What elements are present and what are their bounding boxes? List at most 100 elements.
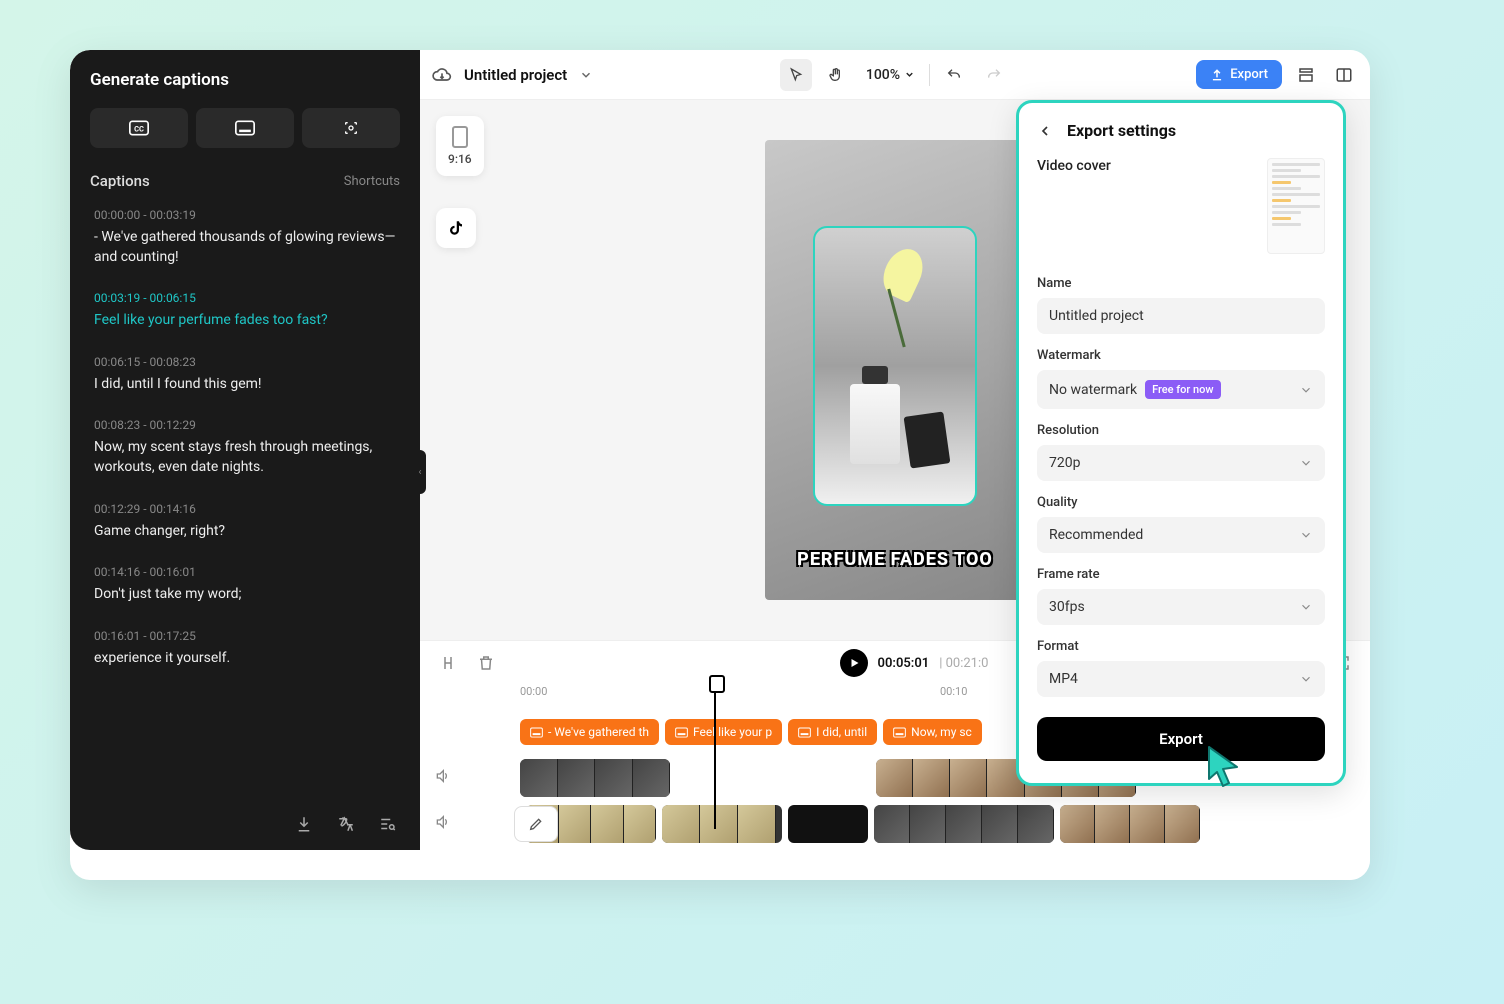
resolution-value: 720p — [1049, 455, 1080, 471]
flower-graphic — [885, 248, 945, 318]
pencil-icon — [528, 816, 544, 832]
caption-item[interactable]: 00:08:23 - 00:12:29 Now, my scent stays … — [90, 416, 400, 479]
top-toolbar: Untitled project 100% Export — [420, 50, 1370, 100]
translate-button[interactable] — [334, 812, 358, 836]
cursor-indicator-icon — [1203, 743, 1243, 789]
chevron-down-icon — [1299, 456, 1313, 470]
caption-text: - We've gathered thousands of glowing re… — [94, 228, 396, 267]
video-clip[interactable] — [788, 805, 868, 843]
caption-item[interactable]: 00:12:29 - 00:14:16 Game changer, right? — [90, 500, 400, 544]
play-icon — [848, 657, 860, 669]
export-icon — [1210, 68, 1224, 82]
search-list-icon — [379, 815, 397, 833]
search-list-button[interactable] — [376, 812, 400, 836]
zoom-level[interactable]: 100% — [860, 67, 921, 83]
video-clip[interactable] — [662, 805, 782, 843]
current-time: 00:05:01 — [878, 656, 930, 671]
video-clip[interactable] — [1060, 805, 1200, 843]
export-action-button[interactable]: Export — [1037, 717, 1325, 761]
preview-selection[interactable] — [813, 226, 977, 506]
video-cover-label: Video cover — [1037, 158, 1111, 174]
aspect-ratio-badge[interactable]: 9:16 — [436, 116, 484, 176]
caption-item[interactable]: 00:14:16 - 00:16:01 Don't just take my w… — [90, 563, 400, 607]
translate-icon — [337, 815, 355, 833]
edit-clip-button[interactable] — [514, 806, 558, 842]
redo-button[interactable] — [978, 59, 1010, 91]
audio-icon[interactable] — [430, 768, 454, 788]
video-clip[interactable] — [874, 805, 1054, 843]
hand-tool-button[interactable] — [820, 59, 852, 91]
chevron-down-icon — [1299, 383, 1313, 397]
chevron-down-icon[interactable] — [579, 68, 593, 82]
export-panel-header: Export settings — [1037, 121, 1325, 140]
ruler-tick: 00:00 — [520, 685, 547, 698]
caption-clip[interactable]: I did, until — [788, 719, 877, 745]
project-title[interactable]: Untitled project — [464, 66, 567, 84]
caption-text: Game changer, right? — [94, 522, 396, 542]
undo-button[interactable] — [938, 59, 970, 91]
split-button[interactable] — [436, 651, 460, 675]
export-button[interactable]: Export — [1196, 60, 1282, 89]
caption-time: 00:12:29 - 00:14:16 — [94, 502, 396, 516]
caption-text: Don't just take my word; — [94, 585, 396, 605]
subtitle-mode-button[interactable] — [196, 108, 294, 148]
video-track-2[interactable] — [460, 801, 1370, 847]
caption-item[interactable]: 00:00:00 - 00:03:19 - We've gathered tho… — [90, 206, 400, 269]
video-preview[interactable]: PERFUME FADES TOO — [765, 140, 1025, 600]
name-input[interactable] — [1037, 298, 1325, 334]
caption-item[interactable]: 00:03:19 - 00:06:15 Feel like your perfu… — [90, 289, 400, 333]
captions-header: Captions Shortcuts — [90, 172, 400, 190]
layout-stack-button[interactable] — [1292, 61, 1320, 89]
play-button[interactable] — [840, 649, 868, 677]
caption-clip[interactable]: Feel like your p — [665, 719, 782, 745]
quality-select[interactable]: Recommended — [1037, 517, 1325, 553]
shortcuts-link[interactable]: Shortcuts — [344, 174, 400, 189]
watermark-select[interactable]: No watermark Free for now — [1037, 370, 1325, 409]
caption-time: 00:03:19 - 00:06:15 — [94, 291, 396, 305]
chevron-down-icon — [1299, 600, 1313, 614]
cc-icon — [675, 727, 688, 738]
caption-text: Now, my scent stays fresh through meetin… — [94, 438, 396, 477]
video-clip[interactable] — [520, 759, 670, 797]
scan-mode-button[interactable] — [302, 108, 400, 148]
sidebar-collapse-handle[interactable]: ‹ — [414, 450, 426, 494]
caption-item[interactable]: 00:06:15 - 00:08:23 I did, until I found… — [90, 353, 400, 397]
video-cover-row: Video cover — [1037, 158, 1325, 254]
chevron-down-icon — [1299, 528, 1313, 542]
download-button[interactable] — [292, 812, 316, 836]
layout-columns-button[interactable] — [1330, 61, 1358, 89]
quality-label: Quality — [1037, 495, 1325, 510]
caption-item[interactable]: 00:16:01 - 00:17:25 experience it yourse… — [90, 627, 400, 671]
sidebar-title: Generate captions — [90, 70, 400, 90]
watermark-label: Watermark — [1037, 348, 1325, 363]
cc-icon — [530, 727, 543, 738]
total-time: | 00:21:0 — [939, 656, 988, 671]
app-frame: s s Generate captions CC Captions Shortc… — [70, 50, 1370, 880]
framerate-value: 30fps — [1049, 599, 1085, 615]
tiktok-icon — [447, 219, 465, 237]
audio-icon[interactable] — [430, 814, 454, 834]
ruler-tick: 00:10 — [940, 685, 967, 698]
video-cover-thumbnail[interactable] — [1267, 158, 1325, 254]
download-icon — [295, 815, 313, 833]
caption-time: 00:06:15 - 00:08:23 — [94, 355, 396, 369]
aspect-ratio-icon — [452, 126, 468, 148]
export-button-label: Export — [1230, 67, 1268, 82]
captions-label: Captions — [90, 172, 150, 190]
cloud-save-icon[interactable] — [432, 65, 452, 85]
delete-button[interactable] — [474, 651, 498, 675]
subtitle-icon — [235, 120, 255, 136]
tiktok-badge[interactable] — [436, 208, 476, 248]
cursor-tool-button[interactable] — [780, 59, 812, 91]
caption-clip[interactable]: Now, my sc — [883, 719, 982, 745]
playhead[interactable] — [714, 679, 716, 829]
hand-icon — [828, 67, 844, 83]
caption-list: 00:00:00 - 00:03:19 - We've gathered tho… — [90, 206, 400, 670]
back-button[interactable] — [1037, 123, 1053, 139]
cc-mode-button[interactable]: CC — [90, 108, 188, 148]
format-select[interactable]: MP4 — [1037, 661, 1325, 697]
caption-clip[interactable]: - We've gathered th — [520, 719, 659, 745]
watermark-field-group: Watermark No watermark Free for now — [1037, 348, 1325, 409]
framerate-select[interactable]: 30fps — [1037, 589, 1325, 625]
resolution-select[interactable]: 720p — [1037, 445, 1325, 481]
